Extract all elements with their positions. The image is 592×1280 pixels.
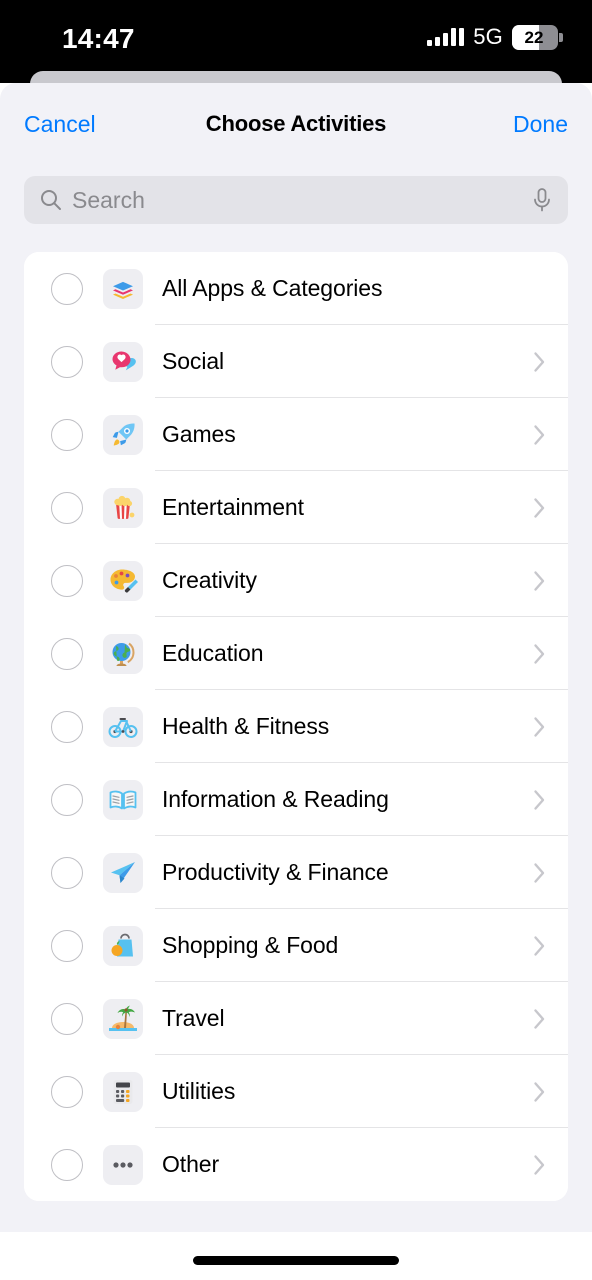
popcorn-icon <box>103 487 143 528</box>
network-type-label: 5G <box>473 24 503 49</box>
list-item[interactable]: Games <box>24 398 568 471</box>
chevron-right-icon <box>534 789 545 810</box>
list-item[interactable]: Other <box>24 1128 568 1201</box>
artist-palette-icon <box>103 560 143 601</box>
chevron-right-icon <box>534 935 545 956</box>
list-item-label: Productivity & Finance <box>162 859 389 885</box>
list-item[interactable]: Travel <box>24 982 568 1055</box>
search-icon <box>41 190 61 210</box>
microphone-icon[interactable] <box>530 187 554 213</box>
list-item[interactable]: Shopping & Food <box>24 909 568 982</box>
selection-radio[interactable] <box>51 1002 83 1035</box>
battery-percent-label: 22 <box>524 27 544 47</box>
selection-radio[interactable] <box>51 418 83 451</box>
list-item-label: All Apps & Categories <box>162 275 383 301</box>
chevron-right-icon <box>534 1081 545 1102</box>
phone-screen: 14:47 5G 22 Cancel Choose Activities Don… <box>0 0 592 1280</box>
selection-radio[interactable] <box>51 710 83 743</box>
rocket-icon <box>103 414 143 455</box>
chevron-right-icon <box>534 497 545 518</box>
search-placeholder: Search <box>72 187 145 213</box>
list-item-label: Travel <box>162 1005 225 1031</box>
calculator-icon <box>103 1071 143 1112</box>
bicycle-icon <box>103 706 143 747</box>
paper-plane-icon <box>103 852 143 893</box>
search-bar[interactable]: Search <box>24 176 568 224</box>
chevron-right-icon <box>534 1154 545 1175</box>
open-book-icon <box>103 779 143 820</box>
chevron-right-icon <box>534 716 545 737</box>
globe-stand-icon <box>103 633 143 674</box>
list-item-label: Information & Reading <box>162 786 389 812</box>
selection-radio[interactable] <box>51 272 83 305</box>
home-indicator-area <box>0 1232 592 1280</box>
selection-radio[interactable] <box>51 491 83 524</box>
list-item-label: Games <box>162 421 236 447</box>
list-item-label: Creativity <box>162 567 257 593</box>
choose-activities-sheet: Cancel Choose Activities Done Search All… <box>0 83 592 1232</box>
page-title: Choose Activities <box>205 111 387 136</box>
ellipsis-icon <box>103 1144 143 1185</box>
chevron-placeholder <box>533 278 546 300</box>
selection-radio[interactable] <box>51 1148 83 1181</box>
list-item-label: Shopping & Food <box>162 932 339 958</box>
activities-list: All Apps & Categories Social Games Enter… <box>24 252 568 1201</box>
selection-radio[interactable] <box>51 345 83 378</box>
list-item[interactable]: Entertainment <box>24 471 568 544</box>
selection-radio[interactable] <box>51 564 83 597</box>
list-item-label: Other <box>162 1151 220 1177</box>
list-item-label: Utilities <box>162 1078 236 1104</box>
list-item[interactable]: Social <box>24 325 568 398</box>
list-item[interactable]: Productivity & Finance <box>24 836 568 909</box>
done-button[interactable]: Done <box>513 113 568 136</box>
home-indicator[interactable] <box>193 1256 399 1265</box>
cellular-bars-icon <box>427 28 465 46</box>
selection-radio[interactable] <box>51 856 83 889</box>
chevron-right-icon <box>534 862 545 883</box>
chevron-right-icon <box>534 570 545 591</box>
battery-icon: 22 <box>512 24 563 50</box>
list-item-label: Education <box>162 640 264 666</box>
sheet-navigation-bar: Cancel Choose Activities Done <box>0 83 592 149</box>
chevron-right-icon <box>534 351 545 372</box>
selection-radio[interactable] <box>51 929 83 962</box>
status-time: 14:47 <box>62 23 135 54</box>
list-item[interactable]: Education <box>24 617 568 690</box>
selection-radio[interactable] <box>51 783 83 816</box>
list-item[interactable]: Creativity <box>24 544 568 617</box>
selection-radio[interactable] <box>51 637 83 670</box>
shopping-bag-icon <box>103 925 143 966</box>
list-item[interactable]: Utilities <box>24 1055 568 1128</box>
list-item-label: Social <box>162 348 225 374</box>
layers-stack-icon <box>103 268 143 309</box>
palm-island-icon <box>103 998 143 1039</box>
list-item-label: Entertainment <box>162 494 304 520</box>
list-item-label: Health & Fitness <box>162 713 330 739</box>
speech-bubble-heart-icon <box>103 341 143 382</box>
list-item[interactable]: All Apps & Categories <box>24 252 568 325</box>
chevron-right-icon <box>534 424 545 445</box>
search-input[interactable]: Search <box>24 176 568 224</box>
selection-radio[interactable] <box>51 1075 83 1108</box>
list-item[interactable]: Information & Reading <box>24 763 568 836</box>
list-item[interactable]: Health & Fitness <box>24 690 568 763</box>
status-indicators: 5G 22 <box>427 24 563 50</box>
chevron-right-icon <box>534 643 545 664</box>
chevron-right-icon <box>534 1008 545 1029</box>
